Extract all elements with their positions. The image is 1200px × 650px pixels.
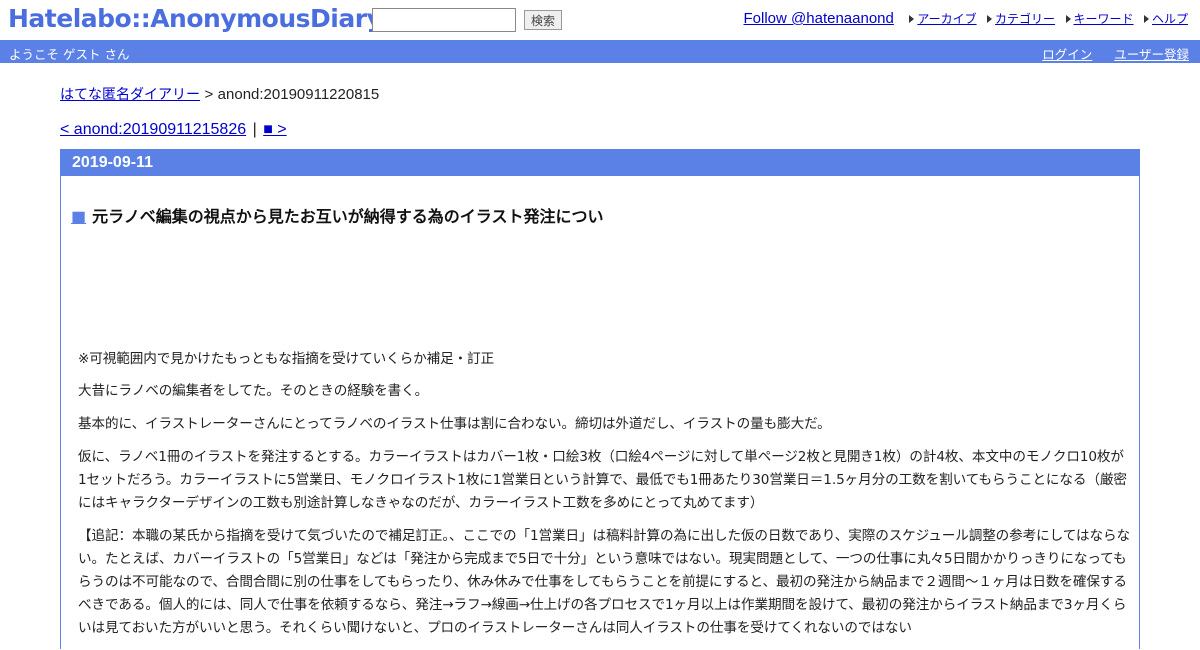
pager-separator: |	[252, 121, 257, 138]
day-section: 2019-09-11 ■ 元ラノベ編集の視点から見たお互いが納得する為のイラスト発…	[60, 149, 1140, 649]
triangle-icon	[1065, 15, 1071, 23]
welcome-text: ようこそ ゲスト さん	[9, 47, 130, 62]
help-link[interactable]: ヘルプ	[1143, 10, 1188, 27]
user-bar: ようこそ ゲスト さん ログイン ユーザー登録	[0, 40, 1200, 63]
register-link[interactable]: ユーザー登録	[1114, 47, 1189, 62]
triangle-icon	[1143, 15, 1149, 23]
entry-title: ■ 元ラノベ編集の視点から見たお互いが納得する為のイラスト発注につい	[71, 203, 604, 227]
body-paragraph: 【追記：本職の某氏から指摘を受けて気づいたので補足訂正。、ここでの「1営業日」は…	[78, 528, 1130, 636]
day-date: 2019-09-11	[61, 150, 1139, 176]
category-link[interactable]: カテゴリー	[987, 10, 1055, 27]
prev-entry-link[interactable]: < anond:20190911215826	[60, 121, 246, 138]
breadcrumb-separator: >	[204, 86, 214, 103]
account-links: ログイン ユーザー登録	[1024, 44, 1189, 63]
triangle-icon	[909, 15, 915, 23]
breadcrumb-root-link[interactable]: はてな匿名ダイアリー	[60, 87, 200, 103]
entry-title-text: 元ラノベ編集の視点から見たお互いが納得する為のイラスト発注につい	[92, 207, 604, 226]
follow-link[interactable]: Follow @hatenaanond	[744, 10, 894, 27]
login-link[interactable]: ログイン	[1042, 47, 1092, 62]
header-links: Follow @hatenaanond アーカイブ カテゴリー キーワード ヘル…	[744, 10, 1188, 28]
search-input[interactable]	[372, 8, 516, 32]
header-banner: Hatelabo::AnonymousDiary 検索 Follow @hate…	[0, 0, 1200, 40]
triangle-icon	[987, 15, 993, 23]
entry-body: ※可視範囲内で見かけたもっともな指摘を受けていくらか補足・訂正 大昔にラノベの編…	[78, 348, 1130, 650]
body-paragraph: 仮に、ラノベ1冊のイラストを発注するとする。カラーイラストはカバー1枚・口絵3枚…	[78, 449, 1127, 511]
next-entry-link[interactable]: ■ >	[263, 121, 286, 138]
search-button[interactable]: 検索	[524, 10, 562, 30]
site-logo[interactable]: Hatelabo::AnonymousDiary	[8, 4, 383, 33]
keyword-link[interactable]: キーワード	[1065, 10, 1134, 27]
breadcrumb: はてな匿名ダイアリー > anond:20190911220815	[60, 84, 379, 104]
body-paragraph: 基本的に、イラストレーターさんにとってラノベのイラスト仕事は割に合わない。締切は…	[78, 416, 831, 432]
body-paragraph: ※可視範囲内で見かけたもっともな指摘を受けていくらか補足・訂正	[78, 351, 495, 367]
entry-pager: < anond:20190911215826 | ■ >	[60, 121, 287, 139]
entry-permalink[interactable]: ■	[71, 207, 86, 226]
body-paragraph: 大昔にラノベの編集者をしてた。そのときの経験を書く。	[78, 383, 429, 399]
archive-link[interactable]: アーカイブ	[909, 10, 977, 27]
breadcrumb-current: anond:20190911220815	[217, 86, 380, 103]
